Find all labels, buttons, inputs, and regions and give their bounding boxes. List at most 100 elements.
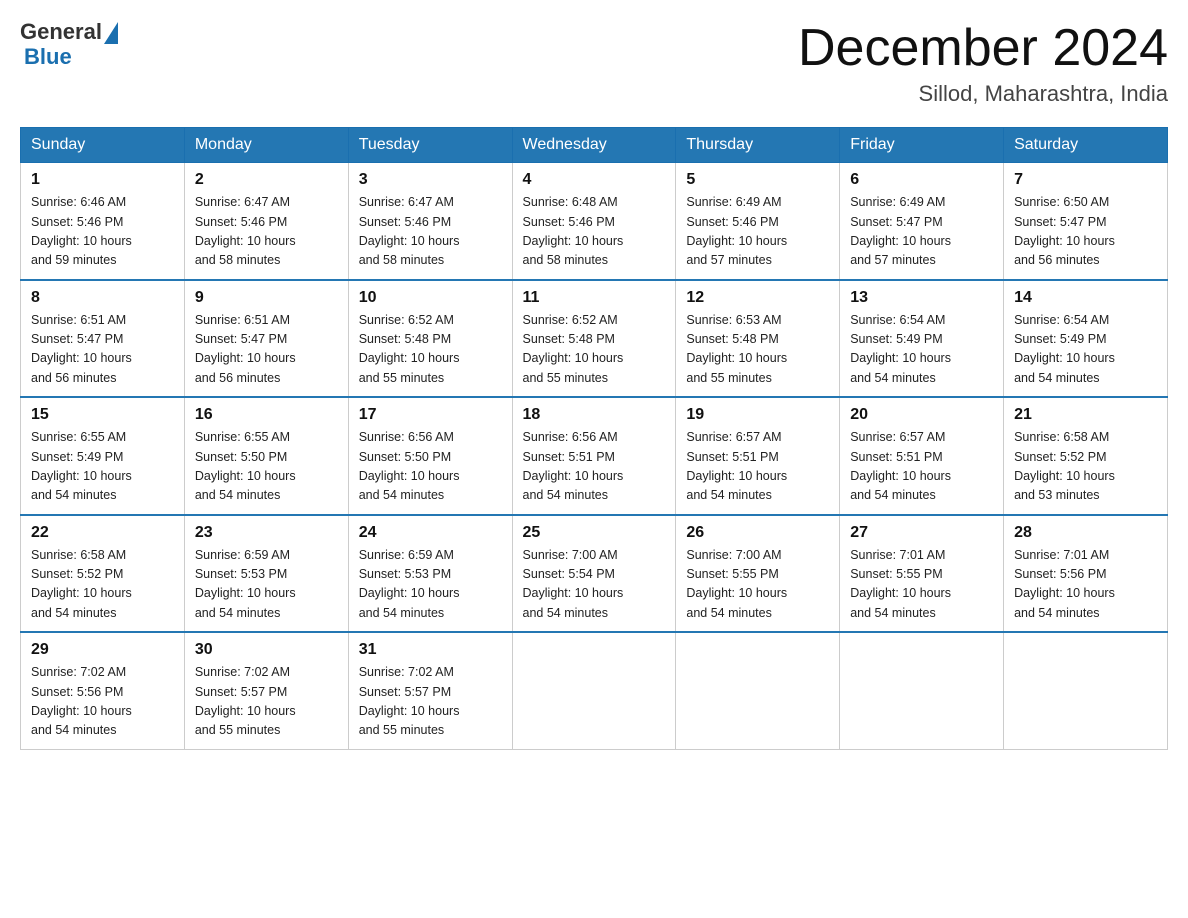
day-number: 28 — [1014, 524, 1157, 542]
table-row: 16 Sunrise: 6:55 AMSunset: 5:50 PMDaylig… — [184, 397, 348, 515]
table-row — [676, 632, 840, 749]
table-row: 8 Sunrise: 6:51 AMSunset: 5:47 PMDayligh… — [21, 280, 185, 398]
calendar-week-row: 8 Sunrise: 6:51 AMSunset: 5:47 PMDayligh… — [21, 280, 1168, 398]
logo-text-blue: Blue — [20, 44, 118, 70]
logo-text-general: General — [20, 20, 102, 44]
day-number: 1 — [31, 171, 174, 189]
table-row: 28 Sunrise: 7:01 AMSunset: 5:56 PMDaylig… — [1004, 515, 1168, 633]
calendar-week-row: 15 Sunrise: 6:55 AMSunset: 5:49 PMDaylig… — [21, 397, 1168, 515]
day-number: 15 — [31, 406, 174, 424]
header-sunday: Sunday — [21, 128, 185, 163]
header-monday: Monday — [184, 128, 348, 163]
day-number: 3 — [359, 171, 502, 189]
day-info: Sunrise: 6:47 AMSunset: 5:46 PMDaylight:… — [359, 193, 502, 271]
table-row: 31 Sunrise: 7:02 AMSunset: 5:57 PMDaylig… — [348, 632, 512, 749]
day-number: 18 — [523, 406, 666, 424]
table-row: 23 Sunrise: 6:59 AMSunset: 5:53 PMDaylig… — [184, 515, 348, 633]
day-info: Sunrise: 6:54 AMSunset: 5:49 PMDaylight:… — [850, 311, 993, 389]
location-title: Sillod, Maharashtra, India — [798, 81, 1168, 107]
table-row: 24 Sunrise: 6:59 AMSunset: 5:53 PMDaylig… — [348, 515, 512, 633]
table-row: 17 Sunrise: 6:56 AMSunset: 5:50 PMDaylig… — [348, 397, 512, 515]
table-row — [840, 632, 1004, 749]
table-row: 25 Sunrise: 7:00 AMSunset: 5:54 PMDaylig… — [512, 515, 676, 633]
day-info: Sunrise: 6:54 AMSunset: 5:49 PMDaylight:… — [1014, 311, 1157, 389]
calendar-header-row: Sunday Monday Tuesday Wednesday Thursday… — [21, 128, 1168, 163]
day-number: 21 — [1014, 406, 1157, 424]
day-number: 4 — [523, 171, 666, 189]
day-number: 16 — [195, 406, 338, 424]
table-row: 2 Sunrise: 6:47 AMSunset: 5:46 PMDayligh… — [184, 163, 348, 280]
day-info: Sunrise: 6:56 AMSunset: 5:51 PMDaylight:… — [523, 428, 666, 506]
day-number: 19 — [686, 406, 829, 424]
day-info: Sunrise: 6:51 AMSunset: 5:47 PMDaylight:… — [31, 311, 174, 389]
day-info: Sunrise: 7:02 AMSunset: 5:57 PMDaylight:… — [195, 663, 338, 741]
day-info: Sunrise: 7:02 AMSunset: 5:56 PMDaylight:… — [31, 663, 174, 741]
day-number: 9 — [195, 289, 338, 307]
table-row: 5 Sunrise: 6:49 AMSunset: 5:46 PMDayligh… — [676, 163, 840, 280]
table-row: 11 Sunrise: 6:52 AMSunset: 5:48 PMDaylig… — [512, 280, 676, 398]
day-info: Sunrise: 6:52 AMSunset: 5:48 PMDaylight:… — [523, 311, 666, 389]
day-number: 6 — [850, 171, 993, 189]
table-row: 3 Sunrise: 6:47 AMSunset: 5:46 PMDayligh… — [348, 163, 512, 280]
table-row: 21 Sunrise: 6:58 AMSunset: 5:52 PMDaylig… — [1004, 397, 1168, 515]
calendar-week-row: 1 Sunrise: 6:46 AMSunset: 5:46 PMDayligh… — [21, 163, 1168, 280]
day-info: Sunrise: 6:57 AMSunset: 5:51 PMDaylight:… — [686, 428, 829, 506]
table-row: 20 Sunrise: 6:57 AMSunset: 5:51 PMDaylig… — [840, 397, 1004, 515]
table-row: 30 Sunrise: 7:02 AMSunset: 5:57 PMDaylig… — [184, 632, 348, 749]
day-info: Sunrise: 6:58 AMSunset: 5:52 PMDaylight:… — [31, 546, 174, 624]
day-number: 29 — [31, 641, 174, 659]
day-info: Sunrise: 6:49 AMSunset: 5:46 PMDaylight:… — [686, 193, 829, 271]
calendar-week-row: 22 Sunrise: 6:58 AMSunset: 5:52 PMDaylig… — [21, 515, 1168, 633]
day-info: Sunrise: 7:02 AMSunset: 5:57 PMDaylight:… — [359, 663, 502, 741]
page-header: General Blue December 2024 Sillod, Mahar… — [20, 20, 1168, 107]
table-row: 15 Sunrise: 6:55 AMSunset: 5:49 PMDaylig… — [21, 397, 185, 515]
day-number: 27 — [850, 524, 993, 542]
day-number: 12 — [686, 289, 829, 307]
table-row: 22 Sunrise: 6:58 AMSunset: 5:52 PMDaylig… — [21, 515, 185, 633]
day-info: Sunrise: 7:00 AMSunset: 5:55 PMDaylight:… — [686, 546, 829, 624]
day-number: 7 — [1014, 171, 1157, 189]
calendar-week-row: 29 Sunrise: 7:02 AMSunset: 5:56 PMDaylig… — [21, 632, 1168, 749]
day-info: Sunrise: 6:48 AMSunset: 5:46 PMDaylight:… — [523, 193, 666, 271]
day-info: Sunrise: 7:01 AMSunset: 5:55 PMDaylight:… — [850, 546, 993, 624]
day-number: 13 — [850, 289, 993, 307]
table-row: 1 Sunrise: 6:46 AMSunset: 5:46 PMDayligh… — [21, 163, 185, 280]
day-number: 20 — [850, 406, 993, 424]
day-number: 22 — [31, 524, 174, 542]
table-row: 18 Sunrise: 6:56 AMSunset: 5:51 PMDaylig… — [512, 397, 676, 515]
day-number: 30 — [195, 641, 338, 659]
table-row: 13 Sunrise: 6:54 AMSunset: 5:49 PMDaylig… — [840, 280, 1004, 398]
day-info: Sunrise: 6:58 AMSunset: 5:52 PMDaylight:… — [1014, 428, 1157, 506]
table-row: 19 Sunrise: 6:57 AMSunset: 5:51 PMDaylig… — [676, 397, 840, 515]
header-tuesday: Tuesday — [348, 128, 512, 163]
header-wednesday: Wednesday — [512, 128, 676, 163]
day-info: Sunrise: 6:59 AMSunset: 5:53 PMDaylight:… — [195, 546, 338, 624]
day-info: Sunrise: 6:55 AMSunset: 5:49 PMDaylight:… — [31, 428, 174, 506]
table-row: 12 Sunrise: 6:53 AMSunset: 5:48 PMDaylig… — [676, 280, 840, 398]
logo-triangle-icon — [104, 22, 118, 44]
day-info: Sunrise: 6:56 AMSunset: 5:50 PMDaylight:… — [359, 428, 502, 506]
day-info: Sunrise: 6:53 AMSunset: 5:48 PMDaylight:… — [686, 311, 829, 389]
day-info: Sunrise: 6:46 AMSunset: 5:46 PMDaylight:… — [31, 193, 174, 271]
logo: General Blue — [20, 20, 118, 70]
title-block: December 2024 Sillod, Maharashtra, India — [798, 20, 1168, 107]
table-row: 9 Sunrise: 6:51 AMSunset: 5:47 PMDayligh… — [184, 280, 348, 398]
day-number: 10 — [359, 289, 502, 307]
header-friday: Friday — [840, 128, 1004, 163]
month-title: December 2024 — [798, 20, 1168, 77]
day-info: Sunrise: 6:59 AMSunset: 5:53 PMDaylight:… — [359, 546, 502, 624]
day-number: 25 — [523, 524, 666, 542]
day-number: 8 — [31, 289, 174, 307]
table-row — [512, 632, 676, 749]
day-number: 23 — [195, 524, 338, 542]
table-row: 7 Sunrise: 6:50 AMSunset: 5:47 PMDayligh… — [1004, 163, 1168, 280]
table-row: 14 Sunrise: 6:54 AMSunset: 5:49 PMDaylig… — [1004, 280, 1168, 398]
day-number: 31 — [359, 641, 502, 659]
table-row: 6 Sunrise: 6:49 AMSunset: 5:47 PMDayligh… — [840, 163, 1004, 280]
day-number: 11 — [523, 289, 666, 307]
calendar-table: Sunday Monday Tuesday Wednesday Thursday… — [20, 127, 1168, 750]
day-number: 17 — [359, 406, 502, 424]
table-row: 27 Sunrise: 7:01 AMSunset: 5:55 PMDaylig… — [840, 515, 1004, 633]
day-info: Sunrise: 7:00 AMSunset: 5:54 PMDaylight:… — [523, 546, 666, 624]
day-info: Sunrise: 6:49 AMSunset: 5:47 PMDaylight:… — [850, 193, 993, 271]
